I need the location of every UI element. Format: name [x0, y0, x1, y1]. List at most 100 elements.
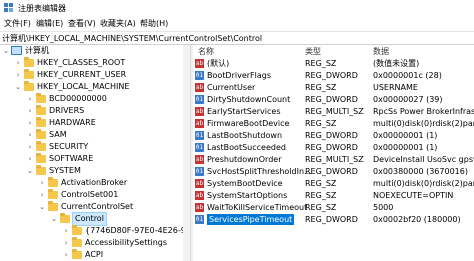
binary-value-icon: 01 [195, 143, 204, 152]
chevron-right-icon[interactable]: › [26, 93, 34, 105]
tree-item-hkcr[interactable]: › HKEY_CLASSES_ROOT [0, 57, 183, 69]
value-name: DirtyShutdownCount [207, 95, 291, 104]
value-data: multi(0)disk(0)rdisk(2)partitic [373, 119, 474, 128]
window-title: 注册表编辑器 [18, 4, 66, 13]
tree-item-currentcontrolset[interactable]: ⌄ CurrentControlSet [0, 201, 183, 213]
registry-tree: ⌄ 计算机 › HKEY_CLASSES_ROOT › HKEY_CURRENT… [0, 45, 190, 261]
value-name: ServicesPipeTimeout [207, 214, 295, 225]
tree-item-acpi[interactable]: › ACPI [0, 249, 183, 261]
chevron-right-icon[interactable]: › [26, 141, 34, 153]
folder-icon [72, 237, 82, 247]
tree-item-label: CurrentControlSet [61, 202, 134, 211]
value-row[interactable]: 01 DirtyShutdownCount REG_DWORD 0x000000… [193, 94, 474, 105]
chevron-right-icon[interactable]: › [26, 153, 34, 165]
chevron-right-icon[interactable]: › [14, 57, 22, 69]
binary-value-icon: 01 [195, 71, 204, 80]
value-data: USERNAME [373, 83, 418, 92]
value-row[interactable]: ab CurrentUser REG_SZ USERNAME [193, 82, 474, 93]
tree-item-label: 计算机 [25, 46, 49, 55]
value-name: PreshutdownOrder [207, 155, 282, 164]
value-row[interactable]: ab PreshutdownOrder REG_MULTI_SZ DeviceI… [193, 154, 474, 165]
tree-item-label: SECURITY [49, 142, 89, 151]
chevron-right-icon[interactable]: › [26, 129, 34, 141]
value-type: REG_SZ [305, 119, 337, 128]
value-type: REG_DWORD [305, 71, 358, 80]
chevron-right-icon[interactable]: › [38, 177, 46, 189]
tree-item-computer[interactable]: ⌄ 计算机 [0, 45, 183, 57]
value-row[interactable]: ab SystemBootDevice REG_SZ multi(0)disk(… [193, 178, 474, 189]
tree-item-hkcu[interactable]: › HKEY_CURRENT_USER [0, 69, 183, 81]
value-row[interactable]: ab (默认) REG_SZ (数值未设置) [193, 58, 474, 69]
tree-item-hklm[interactable]: ⌄ HKEY_LOCAL_MACHINE [0, 81, 183, 93]
tree-item-activationbroker[interactable]: › ActivationBroker [0, 177, 183, 189]
value-name: LastBootShutdown [207, 131, 283, 140]
tree-item-bcd[interactable]: › BCD00000000 [0, 93, 183, 105]
value-row[interactable]: ab WaitToKillServiceTimeout REG_SZ 5000 [193, 202, 474, 213]
tree-item-drivers[interactable]: › DRIVERS [0, 105, 183, 117]
tree-item-hardware[interactable]: › HARDWARE [0, 117, 183, 129]
chevron-right-icon[interactable]: › [38, 189, 46, 201]
chevron-down-icon[interactable]: ⌄ [38, 201, 46, 213]
chevron-down-icon[interactable]: ⌄ [26, 165, 34, 177]
value-row[interactable]: ab SystemStartOptions REG_SZ NOEXECUTE=O… [193, 190, 474, 201]
column-header-name[interactable]: 名称 [198, 46, 214, 57]
chevron-right-icon[interactable]: › [26, 117, 34, 129]
column-header-data[interactable]: 数据 [373, 46, 389, 57]
value-row[interactable]: 01 LastBootShutdown REG_DWORD 0x00000001… [193, 130, 474, 141]
address-bar[interactable]: 计算机\HKEY_LOCAL_MACHINE\SYSTEM\CurrentCon… [0, 31, 474, 45]
value-row[interactable]: ab EarlyStartServices REG_MULTI_SZ RpcSs… [193, 106, 474, 117]
folder-icon [36, 165, 46, 175]
value-data: NOEXECUTE=OPTIN [373, 191, 454, 200]
value-row[interactable]: 01 BootDriverFlags REG_DWORD 0x0000001c … [193, 70, 474, 81]
tree-item-label: HKEY_CURRENT_USER [37, 70, 127, 79]
address-path[interactable]: 计算机\HKEY_LOCAL_MACHINE\SYSTEM\CurrentCon… [2, 33, 262, 44]
tree-item-control[interactable]: ⌄ Control [0, 212, 183, 226]
value-data: DeviceInstall UsoSvc gpsvc tr [373, 155, 474, 164]
value-name: WaitToKillServiceTimeout [207, 203, 308, 212]
chevron-right-icon[interactable]: › [62, 249, 70, 261]
chevron-down-icon[interactable]: ⌄ [2, 45, 10, 57]
tree-item-accessibilitysettings[interactable]: › AccessibilitySettings [0, 237, 183, 249]
value-row[interactable]: 01 LastBootSucceeded REG_DWORD 0x0000000… [193, 142, 474, 153]
menu-edit[interactable]: 编辑(E) [36, 18, 63, 29]
chevron-right-icon[interactable]: › [14, 69, 22, 81]
chevron-down-icon[interactable]: ⌄ [50, 213, 58, 225]
tree-item-guid[interactable]: › {7746D80F-97E0-4E26-9543-26 [0, 225, 190, 237]
tree-scrollbar[interactable] [183, 45, 190, 261]
tree-item-label: AccessibilitySettings [85, 238, 168, 247]
menu-favorites[interactable]: 收藏夹(A) [100, 18, 136, 29]
folder-open-icon [60, 213, 70, 223]
tree-item-controlset001[interactable]: › ControlSet001 [0, 189, 183, 201]
tree-item-label: BCD00000000 [49, 94, 107, 103]
menu-file[interactable]: 文件(F) [4, 18, 31, 29]
string-value-icon: ab [195, 155, 204, 164]
chevron-right-icon[interactable]: › [26, 105, 34, 117]
value-name: CurrentUser [207, 83, 256, 92]
value-name: LastBootSucceeded [207, 143, 286, 152]
binary-value-icon: 01 [195, 167, 204, 176]
chevron-down-icon[interactable]: ⌄ [14, 81, 22, 93]
folder-icon [72, 225, 82, 235]
value-row[interactable]: ab FirmwareBootDevice REG_SZ multi(0)dis… [193, 118, 474, 129]
folder-icon [24, 57, 34, 67]
binary-value-icon: 01 [195, 131, 204, 140]
menu-help[interactable]: 帮助(H) [140, 18, 168, 29]
tree-item-software[interactable]: › SOFTWARE [0, 153, 183, 165]
column-header-type[interactable]: 类型 [305, 46, 321, 57]
value-data: (数值未设置) [373, 59, 420, 68]
tree-item-system[interactable]: ⌄ SYSTEM [0, 165, 183, 177]
chevron-right-icon[interactable]: › [62, 225, 70, 237]
tree-item-security[interactable]: › SECURITY [0, 141, 183, 153]
tree-item-label: DRIVERS [49, 106, 85, 115]
value-type: REG_SZ [305, 83, 337, 92]
menu-view[interactable]: 查看(V) [68, 18, 96, 29]
title-bar: 注册表编辑器 [0, 0, 474, 16]
tree-item-sam[interactable]: › SAM [0, 129, 183, 141]
value-row-selected[interactable]: 01 ServicesPipeTimeout REG_DWORD 0x0002b… [193, 214, 474, 225]
folder-icon [24, 69, 34, 79]
tree-item-label: ACPI [85, 250, 104, 259]
value-row[interactable]: 01 SvcHostSplitThresholdIn... REG_DWORD … [193, 166, 474, 177]
value-type: REG_SZ [305, 59, 337, 68]
chevron-right-icon[interactable]: › [62, 237, 70, 249]
value-type: REG_DWORD [305, 215, 358, 224]
